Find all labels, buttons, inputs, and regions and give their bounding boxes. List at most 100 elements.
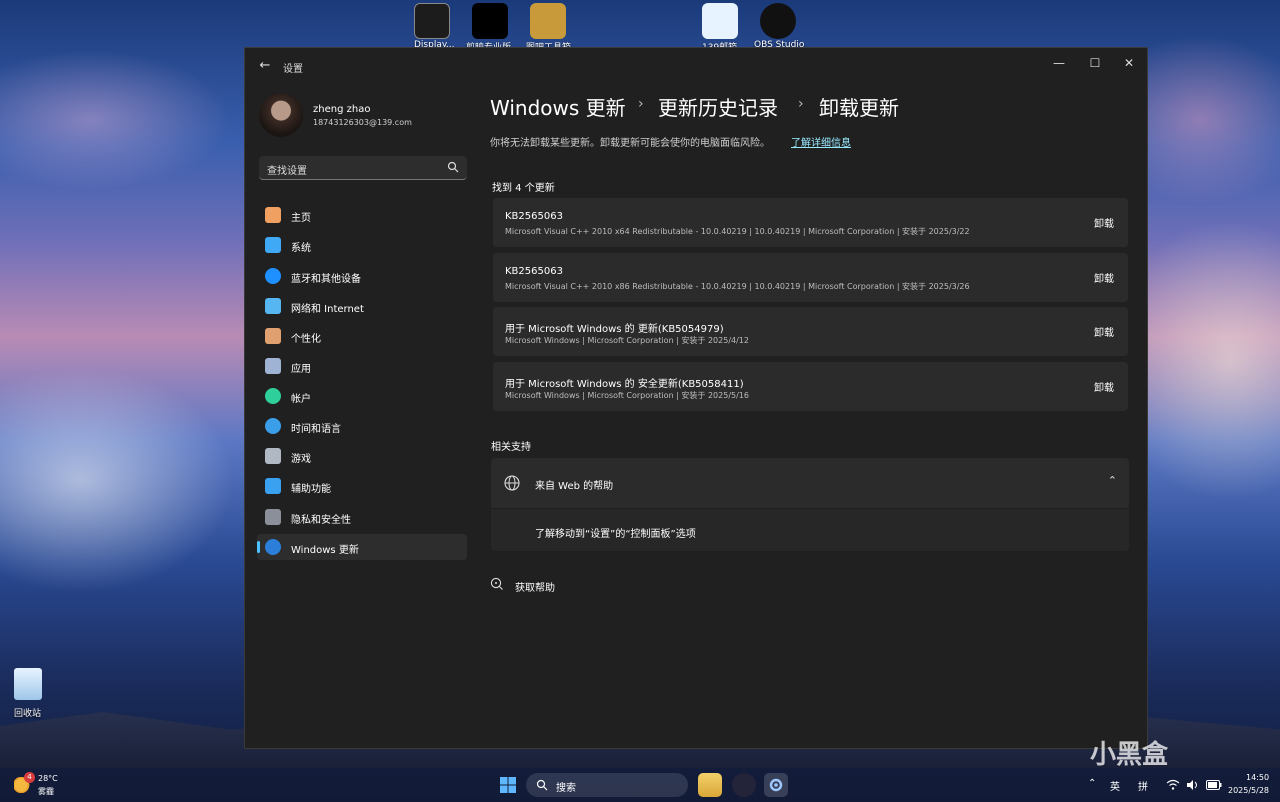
sidebar-item-accessibility[interactable]: 辅助功能 bbox=[257, 473, 467, 499]
recycle-bin-icon[interactable] bbox=[14, 668, 42, 700]
windows-logo-icon bbox=[500, 777, 516, 793]
update-icon bbox=[265, 539, 281, 555]
web-help-expander[interactable]: 来自 Web 的帮助 ⌃ bbox=[491, 458, 1129, 508]
capcut-icon[interactable] bbox=[472, 3, 508, 39]
settings-app-icon[interactable] bbox=[764, 773, 788, 797]
sidebar-item-label: 系统 bbox=[291, 243, 311, 254]
sidebar-item-network[interactable]: 网络和 Internet bbox=[257, 293, 467, 319]
wifi-icon bbox=[265, 298, 281, 314]
minimize-button[interactable]: — bbox=[1042, 52, 1076, 74]
watermark-logo: 小黑盒 bbox=[1090, 740, 1169, 770]
update-details: Microsoft Windows | Microsoft Corporatio… bbox=[505, 391, 749, 400]
updates-count: 找到 4 个更新 bbox=[492, 183, 555, 194]
accessibility-icon bbox=[265, 478, 281, 494]
sidebar-item-label: 帐户 bbox=[291, 394, 311, 405]
ime-language[interactable]: 英 bbox=[1110, 778, 1120, 793]
uninstall-warning-text: 你将无法卸载某些更新。卸载更新可能会使你的电脑面临风险。 bbox=[490, 138, 770, 149]
account-icon bbox=[265, 388, 281, 404]
gear-icon bbox=[769, 778, 783, 792]
get-help-icon bbox=[490, 577, 503, 590]
taskbar: 4 28°C 雾霾 搜索 ⌃ 英 拼 14:50 2025/5/28 bbox=[0, 768, 1280, 802]
avatar[interactable] bbox=[259, 93, 303, 137]
learn-more-link[interactable]: 了解详细信息 bbox=[791, 134, 851, 149]
taskbar-time[interactable]: 14:50 bbox=[1246, 773, 1269, 782]
weather-description: 雾霾 bbox=[38, 787, 54, 796]
update-card: 用于 Microsoft Windows 的 安全更新(KB5058411) M… bbox=[493, 362, 1128, 411]
tray-chevron-icon[interactable]: ⌃ bbox=[1088, 778, 1096, 789]
sidebar-item-label: 辅助功能 bbox=[291, 484, 331, 495]
gamepad-icon bbox=[265, 448, 281, 464]
display-driver-uninstaller-icon[interactable] bbox=[414, 3, 450, 39]
globe-icon bbox=[504, 475, 520, 491]
sidebar-item-apps[interactable]: 应用 bbox=[257, 353, 467, 379]
sidebar-item-time-language[interactable]: 时间和语言 bbox=[257, 413, 467, 439]
uninstall-button[interactable]: 卸载 bbox=[1094, 270, 1114, 285]
uninstall-button[interactable]: 卸载 bbox=[1094, 215, 1114, 230]
search-icon bbox=[447, 161, 459, 173]
system-icon bbox=[265, 237, 281, 253]
sidebar-item-home[interactable]: 主页 bbox=[257, 202, 467, 228]
update-title: KB2565063 bbox=[505, 211, 563, 222]
update-details: Microsoft Windows | Microsoft Corporatio… bbox=[505, 336, 749, 345]
back-arrow-icon[interactable]: ← bbox=[257, 58, 273, 74]
settings-window: ← 设置 — ☐ ✕ zheng zhao 18743126303@139.co… bbox=[244, 47, 1148, 749]
bluetooth-icon bbox=[265, 268, 281, 284]
sidebar-item-label: 隐私和安全性 bbox=[291, 515, 351, 526]
sidebar-item-system[interactable]: 系统 bbox=[257, 232, 467, 258]
search-icon bbox=[536, 779, 548, 791]
wifi-icon[interactable] bbox=[1166, 779, 1180, 791]
get-help-link[interactable]: 获取帮助 bbox=[515, 579, 555, 594]
sidebar-item-windows-update[interactable]: Windows 更新 bbox=[257, 534, 467, 560]
speaker-icon[interactable] bbox=[1186, 779, 1200, 791]
recycle-bin-label: 回收站 bbox=[14, 709, 42, 719]
home-icon bbox=[265, 207, 281, 223]
update-title: 用于 Microsoft Windows 的 安全更新(KB5058411) bbox=[505, 379, 744, 390]
uninstall-button[interactable]: 卸载 bbox=[1094, 324, 1114, 339]
update-title: KB2565063 bbox=[505, 266, 563, 277]
web-help-content: 了解移动到“设置”的“控制面板”选项 bbox=[491, 509, 1129, 551]
chevron-up-icon[interactable]: ⌃ bbox=[1108, 474, 1117, 487]
taskbar-search[interactable]: 搜索 bbox=[526, 773, 688, 797]
user-email: 18743126303@139.com bbox=[313, 118, 412, 127]
sidebar-item-label: 时间和语言 bbox=[291, 424, 341, 435]
breadcrumb-update-history[interactable]: 更新历史记录 bbox=[658, 92, 778, 121]
update-card: 用于 Microsoft Windows 的 更新(KB5054979) Mic… bbox=[493, 307, 1128, 356]
sidebar-item-label: 网络和 Internet bbox=[291, 304, 364, 315]
title-bar: ← 设置 — ☐ ✕ bbox=[245, 48, 1147, 84]
obs-studio-icon[interactable] bbox=[760, 3, 796, 39]
search-input[interactable]: 查找设置 bbox=[259, 156, 467, 180]
window-title: 设置 bbox=[283, 64, 303, 75]
page-title: 卸载更新 bbox=[819, 96, 899, 120]
start-button[interactable] bbox=[496, 773, 520, 797]
globe-clock-icon bbox=[265, 418, 281, 434]
breadcrumb-separator: › bbox=[798, 96, 804, 112]
sidebar-item-accounts[interactable]: 帐户 bbox=[257, 383, 467, 409]
uninstall-button[interactable]: 卸载 bbox=[1094, 379, 1114, 394]
mail-139-icon[interactable] bbox=[702, 3, 738, 39]
update-details: Microsoft Visual C++ 2010 x86 Redistribu… bbox=[505, 282, 970, 291]
shield-icon bbox=[265, 509, 281, 525]
sidebar-item-label: 个性化 bbox=[291, 334, 321, 345]
web-help-title: 来自 Web 的帮助 bbox=[535, 481, 614, 492]
sidebar-item-personalization[interactable]: 个性化 bbox=[257, 323, 467, 349]
breadcrumb-separator: › bbox=[638, 96, 644, 112]
sidebar-item-label: 游戏 bbox=[291, 454, 311, 465]
sidebar-item-label: 蓝牙和其他设备 bbox=[291, 274, 361, 285]
file-explorer-icon[interactable] bbox=[698, 773, 722, 797]
taskbar-date[interactable]: 2025/5/28 bbox=[1228, 786, 1269, 795]
breadcrumb-windows-update[interactable]: Windows 更新 bbox=[490, 92, 626, 121]
battery-icon[interactable] bbox=[1206, 780, 1222, 790]
sidebar-item-bluetooth[interactable]: 蓝牙和其他设备 bbox=[257, 263, 467, 289]
ime-mode[interactable]: 拼 bbox=[1138, 778, 1148, 793]
maximize-button[interactable]: ☐ bbox=[1078, 52, 1112, 74]
taskbar-search-label: 搜索 bbox=[556, 783, 576, 794]
close-button[interactable]: ✕ bbox=[1112, 52, 1146, 74]
weather-temperature: 28°C bbox=[38, 774, 58, 783]
app-icon[interactable] bbox=[732, 773, 756, 797]
sidebar-item-gaming[interactable]: 游戏 bbox=[257, 443, 467, 469]
control-panel-help-link[interactable]: 了解移动到“设置”的“控制面板”选项 bbox=[535, 525, 696, 540]
brush-icon bbox=[265, 328, 281, 344]
sidebar-item-privacy[interactable]: 隐私和安全性 bbox=[257, 504, 467, 530]
toolbox-icon[interactable] bbox=[530, 3, 566, 39]
related-support-heading: 相关支持 bbox=[491, 442, 531, 453]
